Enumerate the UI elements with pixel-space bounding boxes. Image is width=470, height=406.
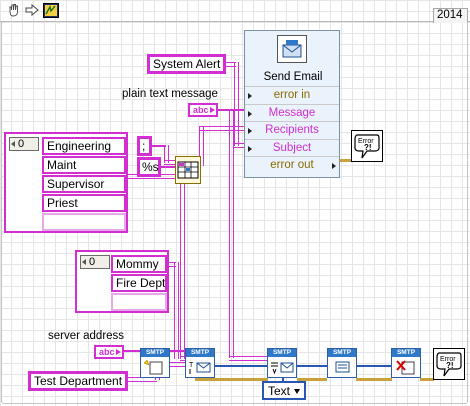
smtp-close-session[interactable]: SMTP [391,348,421,378]
array-element[interactable]: Engineering [42,137,126,155]
hand-icon[interactable] [7,3,21,17]
prop-recipients[interactable]: Recipients [245,121,339,139]
svg-text:?!: ?! [446,361,454,370]
smtp-add-recipients[interactable]: SMTP T [185,348,215,378]
array-element[interactable]: Maint [42,156,126,174]
smtp-send[interactable]: SMTP [327,348,357,378]
terminal-arrow-icon [248,145,252,152]
index-value: 0 [89,256,96,268]
array-index[interactable]: 0 [9,137,39,151]
array-element[interactable]: Supervisor [42,175,126,193]
smtp-tag: SMTP [141,349,169,357]
prop-label: Message [268,106,316,119]
error-handler-top[interactable]: Error ?! [351,130,383,162]
index-decrement-icon[interactable] [82,259,86,265]
array-element[interactable]: Fire Dept [111,274,167,292]
email-icon [277,35,307,63]
error-cluster-icon: Error ?! [354,134,380,159]
terminal-arrow-icon [210,107,215,113]
test-department-constant[interactable]: Test Department [28,371,129,391]
recipients-array-1[interactable]: 0 Engineering Maint Supervisor Priest [4,132,128,233]
prop-error-out[interactable]: error out [245,156,339,174]
abc-tag: abc [99,347,115,357]
format-string-icon [177,161,199,179]
abc-tag: abc [193,105,209,115]
smtp-set-message[interactable]: SMTP [267,348,297,378]
svg-text:T: T [189,362,194,369]
error-cluster-icon: Error ?! [436,352,462,377]
format-into-string-node[interactable] [175,156,201,184]
smtp-tag: SMTP [392,349,420,357]
send-envelope-icon [335,361,350,373]
prop-label: Subject [272,141,312,154]
text-enum[interactable]: Text [262,381,306,400]
smtp-tag: SMTP [328,349,356,357]
recipients-array-2[interactable]: 0 Mommy Fire Dept [75,250,169,313]
prop-label: error in [273,89,311,101]
prop-label: Recipients [265,124,319,136]
array-index[interactable]: 0 [80,255,110,269]
prop-label: error out [270,159,314,171]
smtp-tag: SMTP [268,349,296,357]
run-arrow-icon[interactable] [25,3,39,17]
chevron-down-icon [294,389,300,394]
text-enum-value: Text [268,384,291,398]
array-element[interactable]: Priest [42,194,126,212]
close-session-icon [396,360,415,375]
system-alert-constant[interactable]: System Alert [147,54,227,74]
terminal-arrow-icon [116,349,121,355]
recipient-envelope-icon: T [189,362,211,374]
terminal-arrow-icon [248,128,252,134]
vi-icon[interactable] [43,3,59,18]
smtp-tag: SMTP [186,349,214,357]
terminal-arrow-icon [248,93,252,99]
send-email-title: Send Email [263,71,323,83]
send-email-node[interactable]: Send Email error in Message Recipients S… [244,30,340,178]
prop-subject[interactable]: Subject [245,138,339,157]
terminal-arrow-icon [248,110,252,117]
svg-text:?!: ?! [364,143,372,152]
array-element[interactable]: Mommy [111,255,167,273]
prop-message[interactable]: Message [245,103,339,122]
server-address-terminal[interactable]: abc [94,345,124,359]
message-envelope-icon [271,362,294,375]
new-session-icon [143,359,163,375]
property-list: error in Message Recipients Subject erro… [245,86,339,174]
error-handler-bottom[interactable]: Error ?! [433,348,465,380]
index-decrement-icon[interactable] [11,141,15,147]
format-spec-constant[interactable]: %s [137,157,161,177]
prop-error-in[interactable]: error in [245,86,339,104]
version-label: 2014 [437,9,463,21]
array-element[interactable] [42,213,126,231]
plain-text-label: plain text message [122,88,218,100]
array-element[interactable] [111,293,167,311]
toolbar: 2014 [0,0,470,23]
smtp-open-session[interactable]: SMTP [140,348,170,378]
semicolon-constant[interactable]: ; [137,136,152,156]
server-address-label: server address [48,330,125,342]
plain-text-terminal[interactable]: abc [188,103,218,117]
terminal-arrow-icon [332,163,336,169]
index-value: 0 [18,138,25,150]
